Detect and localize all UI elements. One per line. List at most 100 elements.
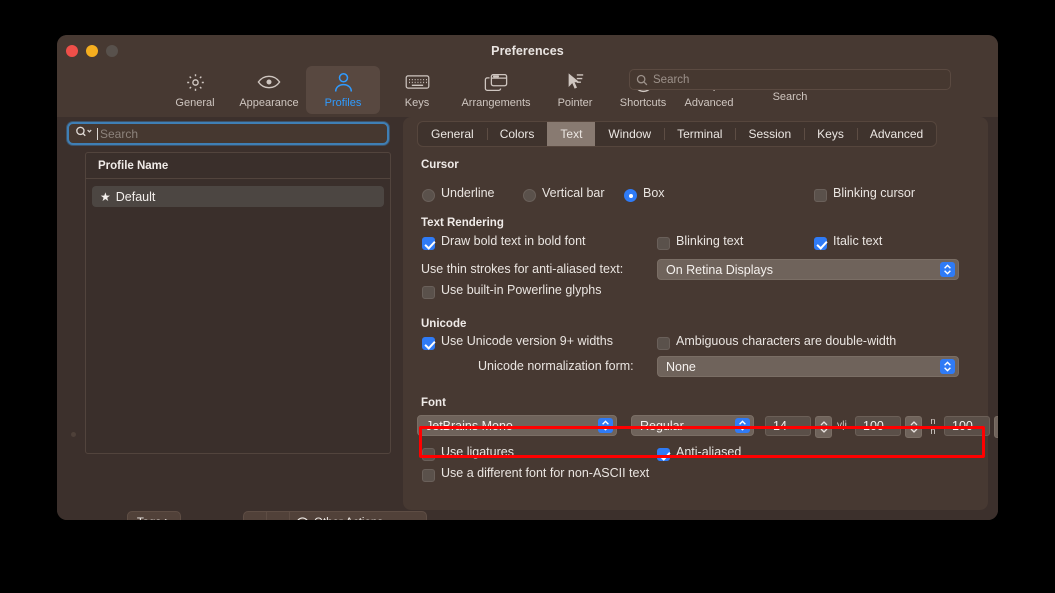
sidebar-resize-handle[interactable] [71, 432, 76, 437]
select-font-style[interactable]: Regular [631, 415, 754, 436]
tab-text[interactable]: Text [547, 122, 596, 146]
toolbar-item-appearance[interactable]: Appearance [232, 66, 306, 114]
checkbox-italic-text[interactable] [814, 237, 827, 250]
stepper-font-size[interactable] [815, 416, 832, 438]
tab-session[interactable]: Session [735, 122, 804, 146]
tab-general[interactable]: General [418, 122, 487, 146]
other-actions-button[interactable]: Other Actions... [290, 512, 426, 520]
tab-colors[interactable]: Colors [486, 122, 548, 146]
checkbox-blinking-cursor[interactable] [814, 189, 827, 202]
profile-list[interactable]: Profile Name ★ Default [85, 152, 391, 454]
gear-icon [185, 71, 206, 93]
label-box: Box [643, 186, 665, 200]
label-thin-strokes: Use thin strokes for anti-aliased text: [421, 262, 624, 276]
profile-settings-panel: General Colors Text Window Terminal Sess… [403, 117, 998, 510]
tab-advanced[interactable]: Advanced [856, 122, 936, 146]
toolbar-label-appearance: Appearance [239, 97, 299, 109]
window-body: Search Profile Name ★ Default General Co… [57, 117, 998, 520]
label-vertical-bar: Vertical bar [542, 186, 605, 200]
remove-icon: – [274, 515, 282, 520]
toolbar-item-profiles[interactable]: Profiles [306, 66, 380, 114]
checkbox-non-ascii-font[interactable] [422, 469, 435, 482]
tab-keys[interactable]: Keys [804, 122, 857, 146]
tab-terminal[interactable]: Terminal [664, 122, 735, 146]
checkbox-powerline-glyphs[interactable] [422, 286, 435, 299]
settings-tabbar: General Colors Text Window Terminal Sess… [417, 121, 938, 147]
toolbar-label-general: General [175, 97, 215, 109]
checkbox-unicode-v9[interactable] [422, 337, 435, 350]
checkbox-use-ligatures[interactable] [422, 448, 435, 461]
tab-separator [486, 128, 488, 140]
vertical-spacing-icon: nn [928, 415, 938, 436]
checkbox-anti-aliased[interactable] [657, 448, 670, 461]
checkbox-ambiguous[interactable] [657, 337, 670, 350]
toolbar-item-arrangements[interactable]: Arrangements [454, 66, 538, 114]
group-title-font: Font [421, 397, 446, 409]
add-icon: + [251, 515, 259, 520]
toolbar-label-profiles: Profiles [324, 97, 362, 109]
add-profile-button[interactable]: + [244, 512, 267, 520]
radio-underline[interactable] [422, 189, 435, 202]
checkbox-blinking-text[interactable] [657, 237, 670, 250]
stepper-vertical-spacing[interactable] [994, 416, 998, 438]
tab-label: Window [608, 127, 652, 141]
select-font-family[interactable]: JetBrains Mono [417, 415, 617, 436]
toolbar-search-caption: Search [772, 91, 808, 103]
toolbar-label-pointer: Pointer [557, 97, 593, 109]
group-title-cursor: Cursor [421, 159, 459, 171]
input-vertical-spacing[interactable]: 100 [944, 416, 990, 436]
tab-separator [804, 128, 806, 140]
checkbox-draw-bold-text[interactable] [422, 237, 435, 250]
remove-profile-button[interactable]: – [267, 512, 290, 520]
profile-search-input[interactable]: Search [67, 122, 389, 145]
tab-window[interactable]: Window [595, 122, 664, 146]
radio-box[interactable] [624, 189, 637, 202]
toolbar-search-input[interactable]: Search [629, 69, 951, 90]
text-caret [97, 127, 98, 140]
chevron-updown-icon [735, 418, 750, 433]
window-titlebar: Preferences General Appearance Profiles … [57, 35, 998, 117]
label-use-ligatures: Use ligatures [441, 445, 514, 459]
search-chevron-icon[interactable] [75, 125, 93, 143]
label-anti-aliased: Anti-aliased [676, 445, 742, 459]
chevron-up-icon [820, 421, 827, 426]
horizontal-spacing-value: 100 [863, 419, 884, 433]
label-blinking-cursor: Blinking cursor [833, 186, 915, 200]
other-actions-label: Other Actions... [314, 517, 393, 520]
vertical-spacing-value: 100 [952, 419, 973, 433]
input-horizontal-spacing[interactable]: 100 [855, 416, 901, 436]
label-underline: Underline [441, 186, 495, 200]
label-italic-text: Italic text [833, 234, 883, 248]
radio-vertical-bar[interactable] [523, 189, 536, 202]
font-family-value: JetBrains Mono [426, 418, 513, 433]
profile-list-header: Profile Name [86, 153, 390, 179]
toolbar-item-pointer[interactable]: Pointer [538, 66, 612, 114]
font-size-value: 14 [773, 419, 787, 433]
column-header-profile-name: Profile Name [98, 159, 169, 172]
group-title-unicode: Unicode [421, 318, 467, 330]
label-non-ascii-font: Use a different font for non-ASCII text [441, 466, 650, 480]
label-draw-bold-text: Draw bold text in bold font [441, 234, 586, 248]
profile-search-placeholder: Search [100, 126, 139, 141]
preferences-window: Preferences General Appearance Profiles … [57, 35, 998, 520]
tab-label: Colors [499, 127, 535, 141]
chevron-updown-icon [598, 418, 613, 433]
toolbar-item-keys[interactable]: Keys [380, 66, 454, 114]
preferences-toolbar: General Appearance Profiles Keys Arrange… [57, 63, 998, 117]
chevron-down-icon [410, 518, 419, 520]
label-powerline-glyphs: Use built-in Powerline glyphs [441, 283, 602, 297]
select-thin-strokes[interactable]: On Retina Displays [657, 259, 959, 280]
select-normalization-form[interactable]: None [657, 356, 959, 377]
input-font-size[interactable]: 14 [765, 416, 811, 436]
profiles-sidebar: Search Profile Name ★ Default [57, 117, 403, 520]
label-unicode-v9: Use Unicode version 9+ widths [441, 334, 613, 348]
toolbar-item-general[interactable]: General [158, 66, 232, 114]
select-normalization-value: None [666, 359, 696, 374]
toolbar-label-arrangements: Arrangements [461, 97, 531, 109]
profile-list-row[interactable]: ★ Default [92, 186, 384, 207]
tags-button[interactable]: Tags > [127, 511, 181, 520]
stepper-horizontal-spacing[interactable] [905, 416, 922, 438]
label-blinking-text: Blinking text [676, 234, 744, 248]
windows-icon [484, 71, 508, 93]
keyboard-icon [405, 71, 430, 93]
